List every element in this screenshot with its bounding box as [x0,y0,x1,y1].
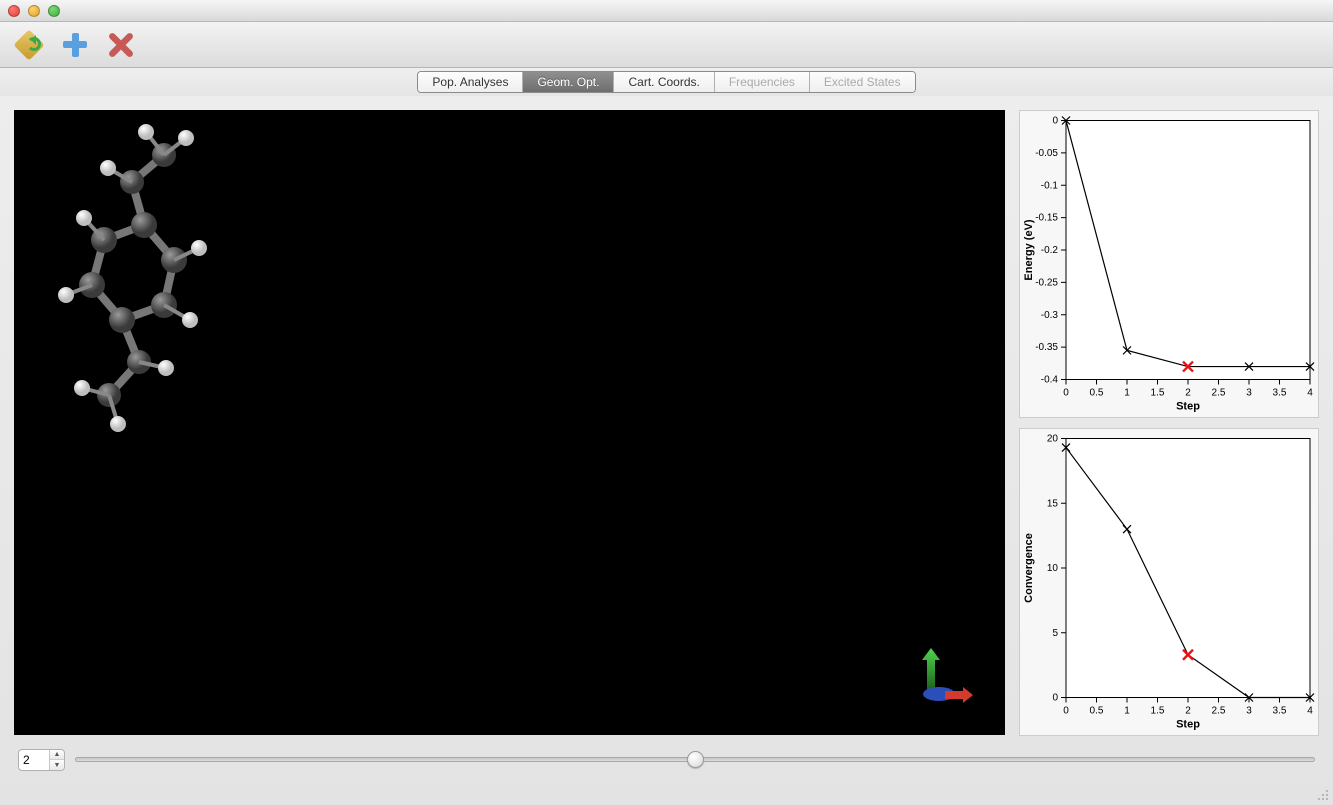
svg-text:Energy (eV): Energy (eV) [1023,219,1035,280]
svg-text:0.5: 0.5 [1090,388,1104,399]
step-input[interactable] [19,750,49,770]
svg-text:-0.15: -0.15 [1035,213,1058,224]
plus-icon [61,31,89,59]
app-window: Pop. AnalysesGeom. Opt.Cart. Coords.Freq… [0,0,1333,805]
svg-text:3.5: 3.5 [1273,706,1287,717]
svg-text:1: 1 [1124,388,1130,399]
svg-text:0.5: 0.5 [1090,706,1104,717]
svg-text:-0.25: -0.25 [1035,277,1058,288]
svg-text:-0.4: -0.4 [1041,375,1059,386]
remove-button[interactable] [106,30,136,60]
energy-chart[interactable]: 0 0.5 1 1.5 2 2.5 3 3.5 4 0 -0.05 -0.1 -0.15 -0.2 -0.2… [1019,110,1319,418]
step-stepper[interactable]: ▲ ▼ [18,749,65,771]
tab-segmented-control: Pop. AnalysesGeom. Opt.Cart. Coords.Freq… [417,71,915,93]
convergence-chart[interactable]: 0 0.5 1 1.5 2 2.5 3 3.5 4 0 5 10 15 20 Step Convergence [1019,428,1319,736]
tab-strip: Pop. AnalysesGeom. Opt.Cart. Coords.Freq… [0,68,1333,96]
window-zoom-button[interactable] [48,5,60,17]
svg-text:2: 2 [1185,706,1191,717]
svg-text:0: 0 [1063,706,1069,717]
tab-pop[interactable]: Pop. Analyses [418,72,523,92]
svg-text:3: 3 [1246,706,1252,717]
svg-text:15: 15 [1047,498,1059,509]
step-up-button[interactable]: ▲ [50,750,64,760]
svg-text:4: 4 [1307,388,1313,399]
svg-text:-0.2: -0.2 [1041,245,1059,256]
molecule-viewport[interactable] [14,110,1005,735]
svg-text:1.5: 1.5 [1151,388,1165,399]
svg-text:-0.35: -0.35 [1035,342,1058,353]
molecule-render [14,110,234,450]
svg-text:0: 0 [1052,116,1058,127]
add-button[interactable] [60,30,90,60]
svg-text:-0.05: -0.05 [1035,148,1058,159]
svg-text:Step: Step [1176,401,1200,413]
step-slider[interactable] [75,750,1315,770]
x-icon [108,32,134,58]
svg-text:10: 10 [1047,563,1059,574]
svg-text:3: 3 [1246,388,1252,399]
reload-arrow-icon [27,37,41,51]
tab-cart[interactable]: Cart. Coords. [614,72,714,92]
svg-text:1: 1 [1124,706,1130,717]
svg-text:-0.1: -0.1 [1041,180,1059,191]
toolbar [0,22,1333,68]
svg-text:1.5: 1.5 [1151,706,1165,717]
reload-button[interactable] [14,30,44,60]
svg-text:2: 2 [1185,388,1191,399]
step-down-button[interactable]: ▼ [50,760,64,770]
charts-panel: 0 0.5 1 1.5 2 2.5 3 3.5 4 0 -0.05 -0.1 -0.15 -0.2 -0.2… [1019,110,1319,735]
svg-text:-0.3: -0.3 [1041,310,1059,321]
title-bar [0,0,1333,22]
svg-text:2.5: 2.5 [1212,388,1226,399]
tab-geom[interactable]: Geom. Opt. [523,72,614,92]
svg-text:Step: Step [1176,719,1200,731]
step-controls: ▲ ▼ [14,749,1319,771]
content-area: 0 0.5 1 1.5 2 2.5 3 3.5 4 0 -0.05 -0.1 -0.15 -0.2 -0.2… [0,96,1333,805]
svg-text:0: 0 [1063,388,1069,399]
tab-excited: Excited States [810,72,915,92]
svg-text:Convergence: Convergence [1023,533,1035,603]
svg-text:0: 0 [1052,693,1058,704]
svg-text:5: 5 [1052,628,1058,639]
axis-gizmo [905,645,975,705]
svg-text:3.5: 3.5 [1273,388,1287,399]
svg-text:20: 20 [1047,434,1059,445]
resize-grip[interactable] [1316,788,1330,802]
tab-freq: Frequencies [715,72,810,92]
slider-thumb[interactable] [687,751,704,768]
window-close-button[interactable] [8,5,20,17]
window-minimize-button[interactable] [28,5,40,17]
svg-text:4: 4 [1307,706,1313,717]
svg-text:2.5: 2.5 [1212,706,1226,717]
